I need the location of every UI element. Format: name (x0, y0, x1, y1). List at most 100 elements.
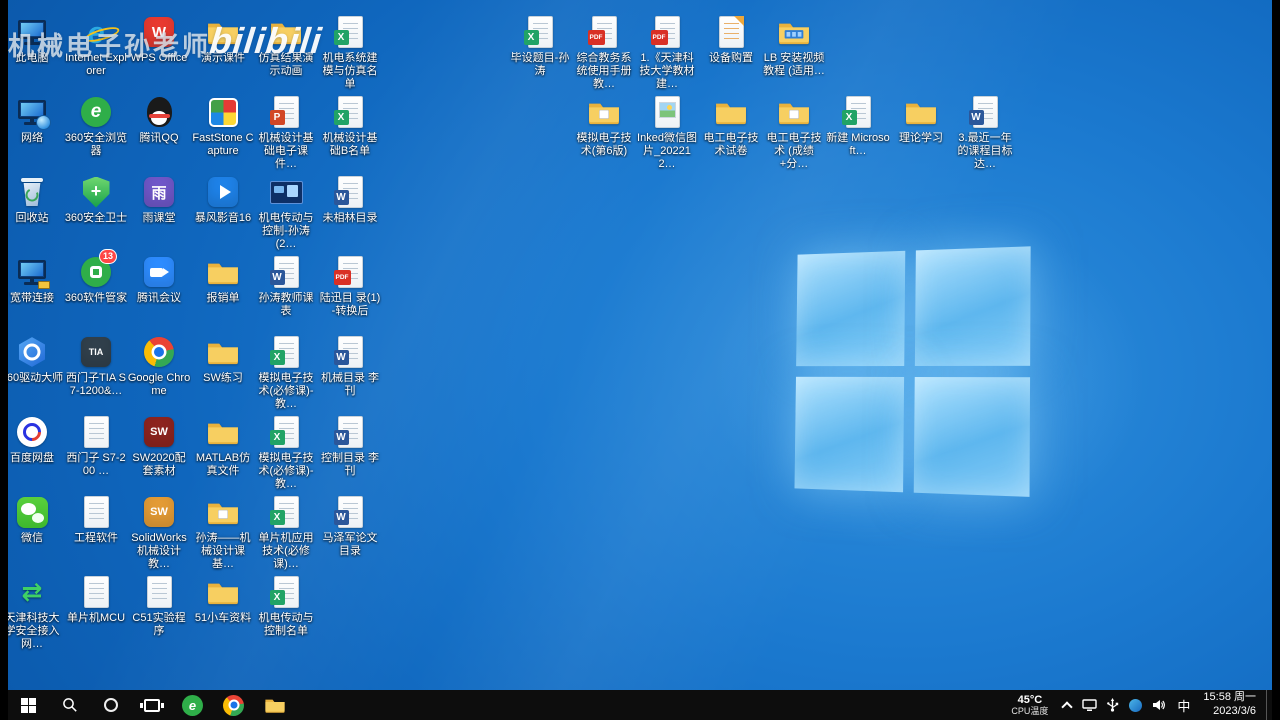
desktop-icon-folder-shijuan[interactable]: 电工电子技术试卷 (699, 94, 763, 158)
desktop-icon-siemens-s7200[interactable]: 西门子 S7-200 … (64, 414, 128, 478)
desktop-icon-pdf-jiaowu[interactable]: PDF 综合教务系统使用手册教… (572, 14, 636, 92)
left-black-bar (0, 0, 8, 720)
desktop-icon-folder-lb-video[interactable]: LB 安装视频教程 (适用… (762, 14, 826, 78)
taskbar-360-browser-button[interactable]: e (172, 690, 213, 720)
input-language-indicator[interactable]: 中 (1170, 690, 1197, 720)
word-icon: W (332, 174, 368, 210)
desktop-icon-label: 模拟电子技术(必修课)-教… (254, 372, 318, 412)
tray-usb-button[interactable] (1101, 690, 1124, 720)
desktop-icon-broadband[interactable]: 宽带连接 (8, 254, 64, 305)
windows-start-icon (21, 698, 36, 713)
desktop-icon-folder-chengji[interactable]: 电工电子技术 (成绩+分… (762, 94, 826, 172)
tray-volume-button[interactable] (1147, 690, 1170, 720)
desktop-icon-excel-jidian-jianmo[interactable]: X 机电系统建模与仿真名单 (318, 14, 382, 92)
cortana-icon (104, 698, 118, 712)
folderDocs-icon (586, 94, 622, 130)
desktop-icon-folder-moni-6[interactable]: 模拟电子技术(第6版) (572, 94, 636, 158)
desktop-icon-label: 电工电子技术 (成绩+分… (762, 132, 826, 172)
desktop-icon-storm-player[interactable]: 暴风影音16 (191, 174, 255, 225)
rain-icon: 雨 (141, 174, 177, 210)
bilibili-watermark: bilibili (208, 20, 324, 62)
taskbar-chrome-button[interactable] (213, 690, 254, 720)
desktop-icon-word-jixie-mulu[interactable]: W 机械目录 李刊 (318, 334, 382, 398)
desktop-icon-folder-suntao-jixie[interactable]: 孙涛——机械设计课基… (191, 494, 255, 572)
desktop-icon-wechat[interactable]: 微信 (8, 494, 64, 545)
desktop-icon-baidu-netdisk[interactable]: 百度网盘 (8, 414, 64, 465)
excel-icon: X (268, 574, 304, 610)
desktop-icon-label: 360安全浏览器 (64, 132, 128, 158)
desktop-icon-label: SW2020配套素材 (127, 452, 191, 478)
folder-icon (205, 574, 241, 610)
tray-display-button[interactable] (1078, 690, 1101, 720)
desktop-icon-google-chrome[interactable]: Google Chrome (127, 334, 191, 398)
desktop-icon-video-jidian-suntao[interactable]: 机电传动与控制-孙涛 (2… (254, 174, 318, 252)
desktop-icon-sheet-gongcheng[interactable]: 工程软件 (64, 494, 128, 545)
desktop-icon-folder-sw-lianxi[interactable]: SW练习 (191, 334, 255, 385)
desktop-icon-excel-jidian-mingdan[interactable]: X 机电传动与控制名单 (254, 574, 318, 638)
desktop-icon-tencent-qq[interactable]: 腾讯QQ (127, 94, 191, 145)
taskbar-task-view-button[interactable] (131, 690, 172, 720)
taskbar[interactable]: e 45°C CPU温度 中 15:58 周一 2023/3/6 (8, 690, 1272, 720)
tray-input-button[interactable] (1124, 690, 1147, 720)
desktop-icon-ppt-jixie-kejian[interactable]: P 机械设计基础电子课件… (254, 94, 318, 172)
desktop-icon-folder-lilun[interactable]: 理论学习 (889, 94, 953, 145)
desktop-icon-sw2020-sucai[interactable]: SW SW2020配套素材 (127, 414, 191, 478)
desktop-icon-recycle-bin[interactable]: 回收站 (8, 174, 64, 225)
desktop-icon-network[interactable]: 网络 (8, 94, 64, 145)
desktop-icon-word-mazejun[interactable]: W 马泽军论文目录 (318, 494, 382, 558)
desktop-icon-faststone-capture[interactable]: FastStone Capture (191, 94, 255, 158)
cpu-temp-widget[interactable]: 45°C CPU温度 (1004, 690, 1055, 720)
desktop-icon-solidworks-jiao[interactable]: SW SolidWorks 机械设计教… (127, 494, 191, 572)
desktop-icon-label: 360驱动大师 (8, 372, 64, 385)
fs-icon (205, 94, 241, 130)
desktop-icon-sheet-mcu[interactable]: 单片机MCU (64, 574, 128, 625)
desktop[interactable]: 机械电子孙老师 bilibili 此电脑 e Internet Explorer W W… (8, 0, 1272, 720)
desktop-icon-tust-secure-access[interactable]: ⇄ 天津科技大学安全接入网… (8, 574, 64, 652)
desktop-icon-360-soft[interactable]: 13 360软件管家 (64, 254, 128, 305)
desktop-icon-label: 网络 (8, 132, 64, 145)
teacher-watermark: 机械电子孙老师 (8, 26, 211, 63)
desktop-icon-label: 新建 Microsoft… (826, 132, 890, 158)
desktop-icon-label: LB 安装视频教程 (适用… (762, 52, 826, 78)
desktop-icon-word-kongzhi-mulu[interactable]: W 控制目录 李刊 (318, 414, 382, 478)
taskbar-clock[interactable]: 15:58 周一 2023/3/6 (1197, 690, 1266, 720)
taskbar-start-button[interactable] (8, 690, 49, 720)
desktop-icon-excel-moni-jiao-2[interactable]: X 模拟电子技术(必修课)-教… (254, 414, 318, 492)
desktop-icon-folder-51car[interactable]: 51小车资料 (191, 574, 255, 625)
desktop-icon-word-mubiao[interactable]: W 3.最近一年的课程目标达… (953, 94, 1017, 172)
desktop-icon-360-browser[interactable]: e 360安全浏览器 (64, 94, 128, 158)
desktop-icon-label: 设备购置 (699, 52, 763, 65)
desktop-icon-label: 报销单 (191, 292, 255, 305)
notification-badge: 13 (99, 249, 117, 264)
excel-icon: X (522, 14, 558, 50)
word-icon: W (332, 414, 368, 450)
desktop-icon-excel-moni-jiao-1[interactable]: X 模拟电子技术(必修课)-教… (254, 334, 318, 412)
desktop-icon-excel-jixie-b[interactable]: X 机械设计基础B名单 (318, 94, 382, 158)
desktop-icon-excel-bishe-timu[interactable]: X 毕设题目-孙涛 (508, 14, 572, 78)
desktop-icon-tencent-meeting[interactable]: 腾讯会议 (127, 254, 191, 305)
desktop-icon-pdf-jiaocai[interactable]: PDF 1.《天津科技大学教材建… (635, 14, 699, 92)
desktop-icon-360-driver[interactable]: 360驱动大师 (8, 334, 64, 385)
desktop-icon-img-inked[interactable]: Inked微信图片_202212… (635, 94, 699, 172)
right-black-bar (1272, 0, 1280, 720)
chevron-up-icon (1061, 701, 1072, 712)
desktop-icon-sheet-c51[interactable]: C51实验程序 (127, 574, 191, 638)
desktop-icon-doc-shebei-gouzhi[interactable]: 设备购置 (699, 14, 763, 65)
taskbar-file-explorer-button[interactable] (254, 690, 295, 720)
desktop-icon-label: 机械设计基础电子课件… (254, 132, 318, 172)
desktop-icon-rain-classroom[interactable]: 雨雨课堂 (127, 174, 191, 225)
taskbar-cortana-button[interactable] (90, 690, 131, 720)
desktop-icon-folder-baoxiao[interactable]: 报销单 (191, 254, 255, 305)
desktop-icon-folder-matlab[interactable]: MATLAB仿真文件 (191, 414, 255, 478)
desktop-icon-word-weixianglin[interactable]: W 未相林目录 (318, 174, 382, 225)
desktop-icon-excel-danpianji[interactable]: X 单片机应用技术(必修课)… (254, 494, 318, 572)
taskbar-search-button[interactable] (49, 690, 90, 720)
desktop-icon-excel-new[interactable]: X 新建 Microsoft… (826, 94, 890, 158)
desktop-icon-pdf-luxun[interactable]: PDF 陆迅目 录(1)-转换后 (318, 254, 382, 318)
desktop-icon-label: MATLAB仿真文件 (191, 452, 255, 478)
sheet-icon (78, 414, 114, 450)
tray-expand-button[interactable] (1055, 690, 1078, 720)
desktop-icon-360-safe[interactable]: +360安全卫士 (64, 174, 128, 225)
desktop-icon-siemens-tia[interactable]: TIA 西门子TIA S7-1200&… (64, 334, 128, 398)
desktop-icon-word-kebiao[interactable]: W 孙涛教师课表 (254, 254, 318, 318)
